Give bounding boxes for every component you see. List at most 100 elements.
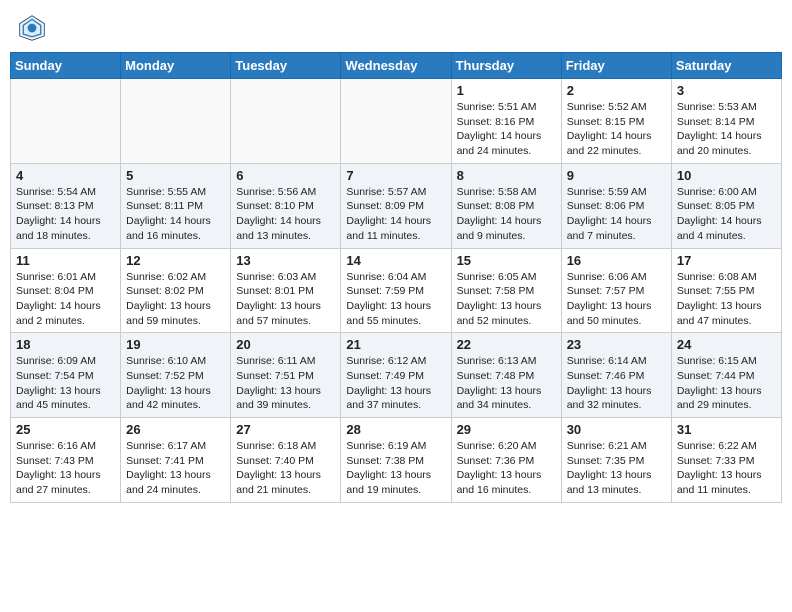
day-number: 26	[126, 422, 225, 437]
day-info: Sunrise: 6:11 AM Sunset: 7:51 PM Dayligh…	[236, 354, 335, 413]
weekday-header-thursday: Thursday	[451, 53, 561, 79]
day-number: 19	[126, 337, 225, 352]
calendar-week-row: 1Sunrise: 5:51 AM Sunset: 8:16 PM Daylig…	[11, 79, 782, 164]
calendar-day-cell: 16 Sunrise: 6:06 AM Sunset: 7:57 PM Dayli…	[561, 248, 671, 333]
calendar-day-cell: 7 Sunrise: 5:57 AM Sunset: 8:09 PM Daylig…	[341, 163, 451, 248]
weekday-header-friday: Friday	[561, 53, 671, 79]
calendar-day-cell: 8 Sunrise: 5:58 AM Sunset: 8:08 PM Daylig…	[451, 163, 561, 248]
day-info: Sunrise: 6:06 AM Sunset: 7:57 PM Dayligh…	[567, 270, 666, 329]
day-info: Sunrise: 5:52 AM Sunset: 8:15 PM Dayligh…	[567, 100, 666, 159]
calendar-day-cell: 31 Sunrise: 6:22 AM Sunset: 7:33 PM Dayli…	[671, 418, 781, 503]
calendar-week-row: 4 Sunrise: 5:54 AM Sunset: 8:13 PM Daylig…	[11, 163, 782, 248]
day-info: Sunrise: 6:05 AM Sunset: 7:58 PM Dayligh…	[457, 270, 556, 329]
day-number: 16	[567, 253, 666, 268]
calendar-day-cell: 28 Sunrise: 6:19 AM Sunset: 7:38 PM Dayli…	[341, 418, 451, 503]
day-info: Sunrise: 6:10 AM Sunset: 7:52 PM Dayligh…	[126, 354, 225, 413]
day-number: 7	[346, 168, 445, 183]
calendar-day-cell: 25Sunrise: 6:16 AM Sunset: 7:43 PM Dayli…	[11, 418, 121, 503]
calendar-day-cell	[11, 79, 121, 164]
calendar-day-cell: 12 Sunrise: 6:02 AM Sunset: 8:02 PM Dayli…	[121, 248, 231, 333]
day-number: 24	[677, 337, 776, 352]
day-number: 15	[457, 253, 556, 268]
day-info: Sunrise: 6:09 AM Sunset: 7:54 PM Dayligh…	[16, 354, 115, 413]
day-number: 17	[677, 253, 776, 268]
calendar-day-cell: 3Sunrise: 5:53 AM Sunset: 8:14 PM Daylig…	[671, 79, 781, 164]
calendar-day-cell: 6 Sunrise: 5:56 AM Sunset: 8:10 PM Daylig…	[231, 163, 341, 248]
weekday-header-sunday: Sunday	[11, 53, 121, 79]
calendar-week-row: 18 Sunrise: 6:09 AM Sunset: 7:54 PM Dayli…	[11, 333, 782, 418]
page-header	[10, 10, 782, 46]
day-info: Sunrise: 5:57 AM Sunset: 8:09 PM Dayligh…	[346, 185, 445, 244]
day-number: 29	[457, 422, 556, 437]
calendar-day-cell: 2 Sunrise: 5:52 AM Sunset: 8:15 PM Daylig…	[561, 79, 671, 164]
day-info: Sunrise: 6:18 AM Sunset: 7:40 PM Dayligh…	[236, 439, 335, 498]
day-info: Sunrise: 6:02 AM Sunset: 8:02 PM Dayligh…	[126, 270, 225, 329]
day-info: Sunrise: 5:58 AM Sunset: 8:08 PM Dayligh…	[457, 185, 556, 244]
day-info: Sunrise: 6:12 AM Sunset: 7:49 PM Dayligh…	[346, 354, 445, 413]
calendar-day-cell: 26 Sunrise: 6:17 AM Sunset: 7:41 PM Dayli…	[121, 418, 231, 503]
calendar-day-cell: 30 Sunrise: 6:21 AM Sunset: 7:35 PM Dayli…	[561, 418, 671, 503]
day-number: 22	[457, 337, 556, 352]
calendar-day-cell: 20 Sunrise: 6:11 AM Sunset: 7:51 PM Dayli…	[231, 333, 341, 418]
day-number: 6	[236, 168, 335, 183]
calendar-day-cell: 18 Sunrise: 6:09 AM Sunset: 7:54 PM Dayli…	[11, 333, 121, 418]
day-number: 2	[567, 83, 666, 98]
weekday-header-row: SundayMondayTuesdayWednesdayThursdayFrid…	[11, 53, 782, 79]
day-info: Sunrise: 6:21 AM Sunset: 7:35 PM Dayligh…	[567, 439, 666, 498]
day-info: Sunrise: 6:01 AM Sunset: 8:04 PM Dayligh…	[16, 270, 115, 329]
calendar-day-cell: 1Sunrise: 5:51 AM Sunset: 8:16 PM Daylig…	[451, 79, 561, 164]
day-number: 9	[567, 168, 666, 183]
calendar-day-cell: 17 Sunrise: 6:08 AM Sunset: 7:55 PM Dayli…	[671, 248, 781, 333]
calendar-day-cell: 5 Sunrise: 5:55 AM Sunset: 8:11 PM Daylig…	[121, 163, 231, 248]
calendar-day-cell: 27Sunrise: 6:18 AM Sunset: 7:40 PM Dayli…	[231, 418, 341, 503]
day-number: 21	[346, 337, 445, 352]
weekday-header-tuesday: Tuesday	[231, 53, 341, 79]
day-info: Sunrise: 6:03 AM Sunset: 8:01 PM Dayligh…	[236, 270, 335, 329]
day-number: 13	[236, 253, 335, 268]
day-number: 5	[126, 168, 225, 183]
day-number: 18	[16, 337, 115, 352]
calendar-day-cell: 29 Sunrise: 6:20 AM Sunset: 7:36 PM Dayli…	[451, 418, 561, 503]
day-number: 31	[677, 422, 776, 437]
weekday-header-wednesday: Wednesday	[341, 53, 451, 79]
day-number: 14	[346, 253, 445, 268]
day-info: Sunrise: 6:22 AM Sunset: 7:33 PM Dayligh…	[677, 439, 776, 498]
logo-icon	[18, 14, 46, 42]
day-info: Sunrise: 6:19 AM Sunset: 7:38 PM Dayligh…	[346, 439, 445, 498]
calendar-day-cell: 23Sunrise: 6:14 AM Sunset: 7:46 PM Dayli…	[561, 333, 671, 418]
day-number: 28	[346, 422, 445, 437]
calendar-table: SundayMondayTuesdayWednesdayThursdayFrid…	[10, 52, 782, 503]
day-info: Sunrise: 6:17 AM Sunset: 7:41 PM Dayligh…	[126, 439, 225, 498]
day-number: 20	[236, 337, 335, 352]
calendar-week-row: 11 Sunrise: 6:01 AM Sunset: 8:04 PM Dayli…	[11, 248, 782, 333]
calendar-day-cell	[121, 79, 231, 164]
calendar-day-cell: 22Sunrise: 6:13 AM Sunset: 7:48 PM Dayli…	[451, 333, 561, 418]
day-info: Sunrise: 6:08 AM Sunset: 7:55 PM Dayligh…	[677, 270, 776, 329]
calendar-day-cell: 11 Sunrise: 6:01 AM Sunset: 8:04 PM Dayli…	[11, 248, 121, 333]
day-info: Sunrise: 5:51 AM Sunset: 8:16 PM Dayligh…	[457, 100, 556, 159]
day-info: Sunrise: 6:00 AM Sunset: 8:05 PM Dayligh…	[677, 185, 776, 244]
calendar-day-cell: 19 Sunrise: 6:10 AM Sunset: 7:52 PM Dayli…	[121, 333, 231, 418]
calendar-day-cell: 13 Sunrise: 6:03 AM Sunset: 8:01 PM Dayli…	[231, 248, 341, 333]
day-number: 10	[677, 168, 776, 183]
day-number: 3	[677, 83, 776, 98]
day-info: Sunrise: 5:54 AM Sunset: 8:13 PM Dayligh…	[16, 185, 115, 244]
day-number: 25	[16, 422, 115, 437]
day-info: Sunrise: 6:20 AM Sunset: 7:36 PM Dayligh…	[457, 439, 556, 498]
logo	[18, 14, 50, 42]
day-info: Sunrise: 6:15 AM Sunset: 7:44 PM Dayligh…	[677, 354, 776, 413]
day-number: 12	[126, 253, 225, 268]
calendar-day-cell	[341, 79, 451, 164]
day-number: 11	[16, 253, 115, 268]
day-info: Sunrise: 5:55 AM Sunset: 8:11 PM Dayligh…	[126, 185, 225, 244]
calendar-week-row: 25Sunrise: 6:16 AM Sunset: 7:43 PM Dayli…	[11, 418, 782, 503]
calendar-day-cell: 14Sunrise: 6:04 AM Sunset: 7:59 PM Dayli…	[341, 248, 451, 333]
day-number: 8	[457, 168, 556, 183]
calendar-day-cell: 21 Sunrise: 6:12 AM Sunset: 7:49 PM Dayli…	[341, 333, 451, 418]
day-number: 30	[567, 422, 666, 437]
day-number: 4	[16, 168, 115, 183]
day-info: Sunrise: 6:14 AM Sunset: 7:46 PM Dayligh…	[567, 354, 666, 413]
day-info: Sunrise: 5:56 AM Sunset: 8:10 PM Dayligh…	[236, 185, 335, 244]
weekday-header-monday: Monday	[121, 53, 231, 79]
weekday-header-saturday: Saturday	[671, 53, 781, 79]
